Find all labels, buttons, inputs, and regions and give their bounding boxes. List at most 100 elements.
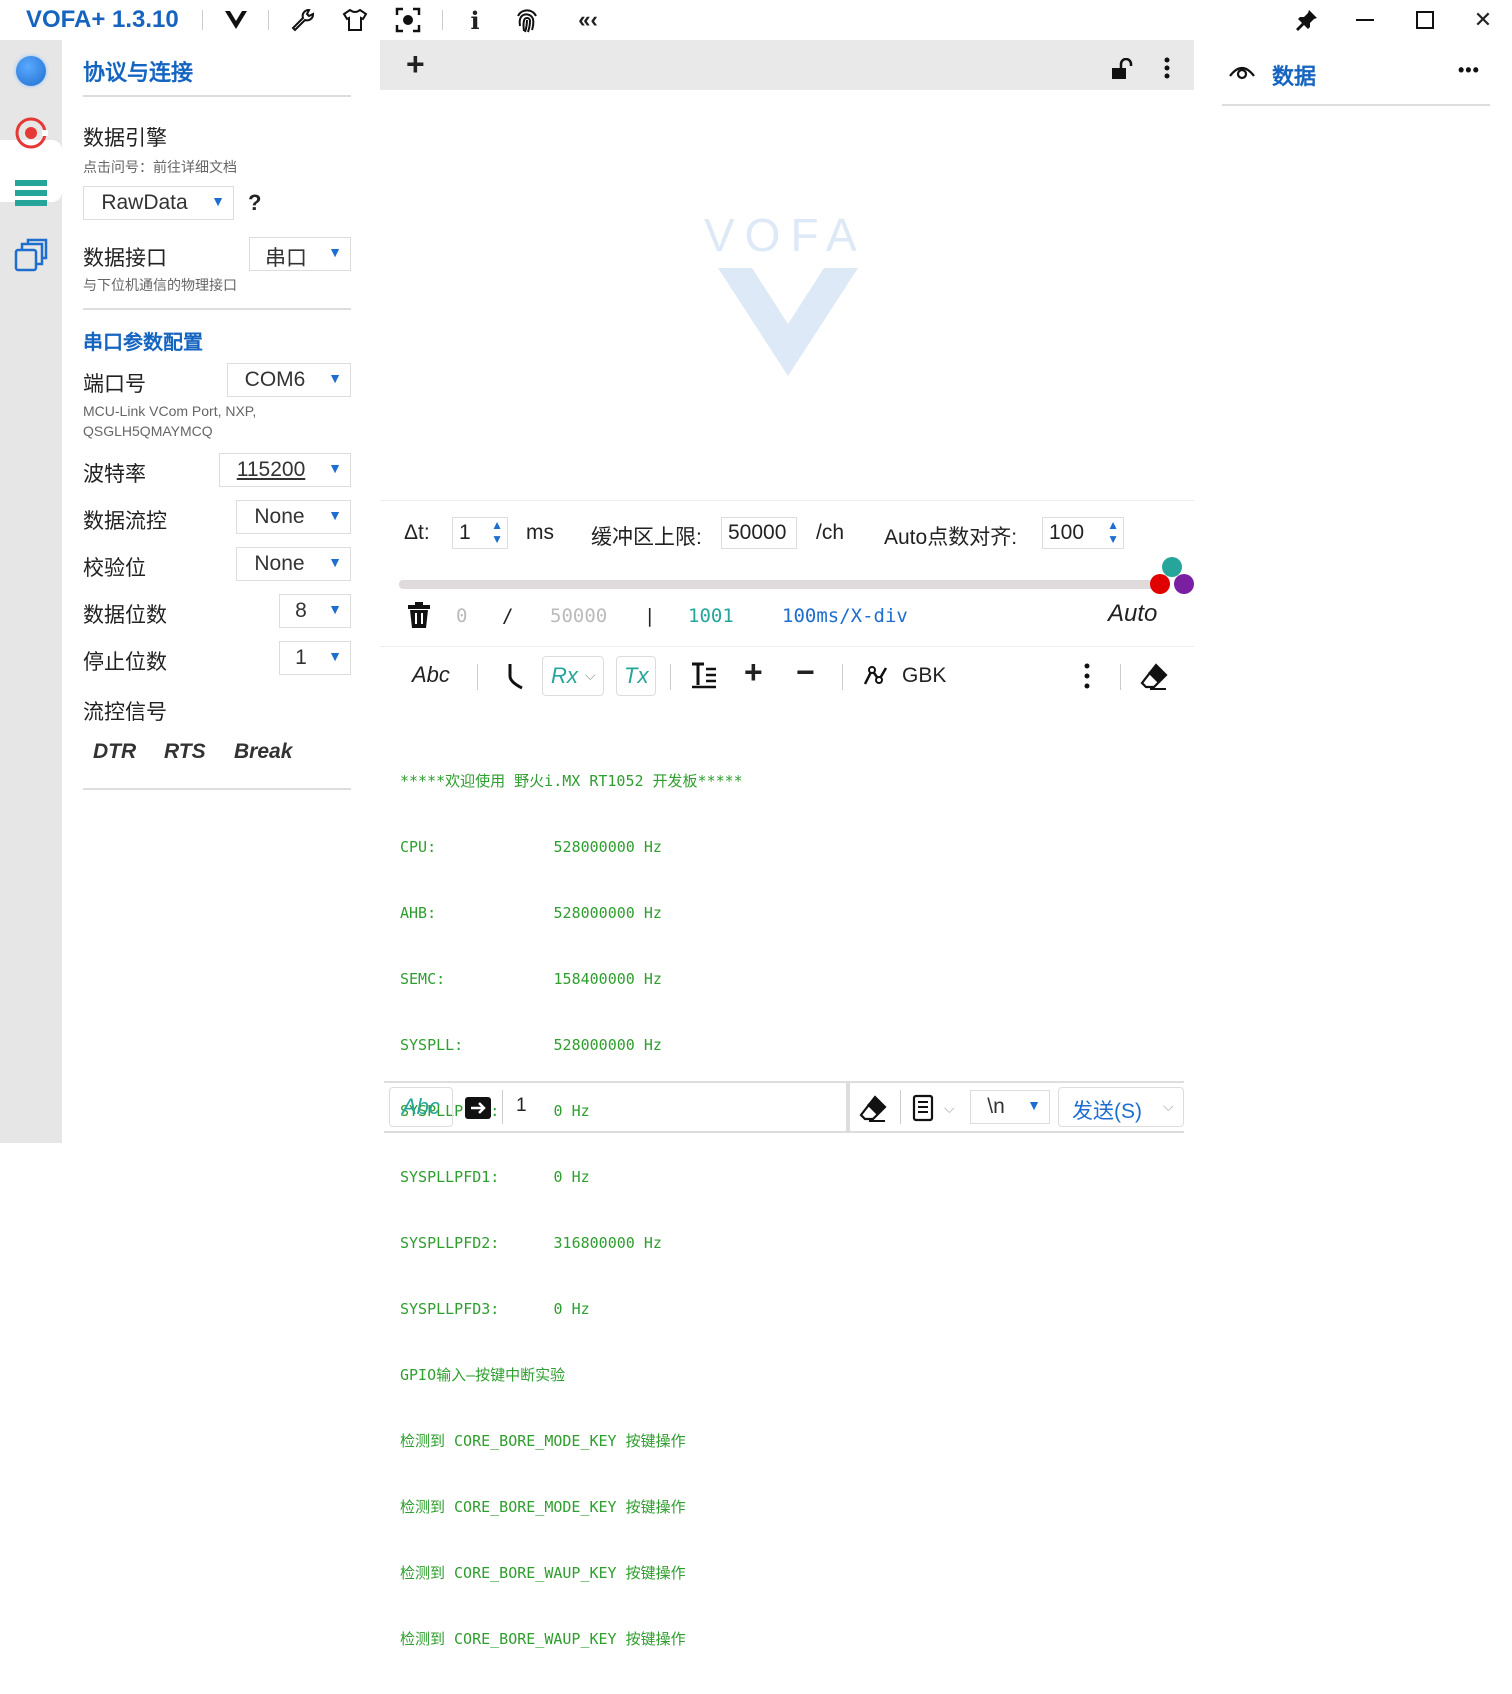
dt-value: 1 [459, 521, 471, 544]
divider [1222, 104, 1490, 106]
port-label: 端口号 [83, 373, 146, 396]
parity-select[interactable]: None ▼ [236, 547, 351, 581]
shirt-icon[interactable] [340, 6, 370, 34]
tx-label: Tx [624, 663, 649, 688]
more-vertical-icon[interactable] [1080, 662, 1094, 690]
send-abc-label: Abc [402, 1094, 440, 1119]
flow-signals-label: 流控信号 [83, 701, 167, 724]
baud-select[interactable]: 115200 ▼ [219, 453, 351, 487]
clear-send-icon[interactable] [859, 1094, 887, 1122]
port-select[interactable]: COM6 ▼ [227, 363, 351, 397]
port-hint-line2: QSGLH5QMAYMCQ [83, 423, 213, 439]
text-format-icon[interactable] [690, 661, 718, 689]
console-line: SYSPLLPFD3: 0 Hz [400, 1300, 590, 1318]
scroll-lock-icon[interactable] [506, 662, 526, 690]
chevron-down-icon: ▼ [328, 460, 342, 476]
help-button[interactable]: ? [248, 190, 261, 216]
rts-button[interactable]: RTS [164, 740, 206, 764]
fingerprint-icon[interactable] [512, 6, 542, 34]
chevron-down-icon: ⌵ [1163, 1098, 1174, 1114]
record-icon[interactable] [14, 116, 48, 150]
watermark-text: VOFA [704, 209, 867, 261]
parity-value: None [254, 552, 305, 575]
collapse-icon[interactable]: «‹ [572, 6, 604, 34]
stopbits-label: 停止位数 [83, 651, 167, 674]
unlock-icon[interactable] [1111, 57, 1133, 80]
zoom-in-button[interactable]: + [744, 654, 763, 691]
add-button[interactable]: + [406, 48, 425, 80]
interface-select[interactable]: 串口 ▼ [249, 237, 351, 271]
more-horizontal-icon[interactable]: ••• [1458, 60, 1480, 81]
engine-hint: 点击问号：前往详细文档 [83, 159, 237, 175]
toolbar-separator [842, 664, 843, 690]
spin-arrows-icon[interactable]: ▲ ▼ [491, 518, 503, 546]
divider [83, 95, 351, 97]
console-output[interactable]: *****欢迎使用 野火i.MX RT1052 开发板***** CPU: 52… [400, 726, 1180, 1694]
pin-icon[interactable] [1292, 6, 1322, 34]
splitter[interactable] [846, 1083, 850, 1133]
send-file-icon[interactable] [465, 1095, 491, 1119]
status-dot-icon[interactable] [16, 56, 46, 86]
auto-button[interactable]: Auto [1108, 600, 1157, 628]
dtr-button[interactable]: DTR [93, 740, 136, 764]
waveform-area[interactable]: VOFA [380, 90, 1194, 500]
auto-align-value: 100 [1049, 521, 1085, 544]
break-button[interactable]: Break [234, 740, 292, 764]
chevron-down-icon: ▼ [328, 370, 342, 386]
zoom-out-button[interactable]: − [796, 654, 815, 691]
send-input[interactable]: 1 [516, 1095, 527, 1117]
encoding-button[interactable]: GBK [902, 664, 946, 688]
flow-control-select[interactable]: None ▼ [236, 500, 351, 534]
purple-handle-icon[interactable] [1174, 574, 1194, 594]
eye-icon[interactable] [1228, 60, 1256, 84]
chevron-down-icon[interactable]: ⌵ [944, 1100, 955, 1117]
spin-arrows-icon[interactable]: ▲ ▼ [1107, 518, 1119, 546]
minimize-icon[interactable] [1350, 6, 1380, 34]
buffer-label: 缓冲区上限: [591, 526, 702, 549]
engine-label: 数据引擎 [83, 127, 167, 150]
maximize-icon[interactable] [1410, 6, 1440, 34]
toolbar-separator [900, 1090, 901, 1124]
auto-align-label: Auto点数对齐: [884, 526, 1018, 549]
dt-spinbox[interactable]: 1 ▲ ▼ [452, 517, 508, 549]
databits-select[interactable]: 8 ▼ [279, 594, 351, 628]
engine-value: RawData [101, 191, 188, 214]
eraser-icon[interactable] [1140, 662, 1168, 690]
text-mode-button[interactable]: Abc [412, 662, 450, 688]
info-icon[interactable]: i [462, 6, 488, 35]
timeline-slider[interactable] [399, 580, 1159, 589]
interface-value: 串口 [265, 247, 307, 270]
per-channel-label: /ch [816, 521, 845, 544]
flow-control-value: None [254, 505, 305, 528]
windows-icon[interactable] [14, 238, 48, 272]
send-text-mode-button[interactable]: Abc [389, 1087, 453, 1127]
title-bar: VOFA+ 1.3.10 i «‹ ✕ [0, 0, 1512, 40]
stopbits-select[interactable]: 1 ▼ [279, 641, 351, 675]
console-line: 检测到 CORE_BORE_WAUP_KEY 按键操作 [400, 1630, 686, 1648]
more-vertical-icon[interactable] [1160, 56, 1174, 82]
tx-toggle[interactable]: Tx [616, 656, 656, 696]
wrench-icon[interactable] [288, 6, 318, 34]
newline-value: \n [987, 1095, 1005, 1118]
send-button[interactable]: 发送(S) ⌵ [1058, 1087, 1184, 1127]
encoding-icon[interactable] [862, 664, 890, 688]
serial-config-title: 串口参数配置 [83, 332, 203, 354]
history-icon[interactable] [912, 1094, 936, 1122]
engine-select[interactable]: RawData ▼ [83, 186, 234, 220]
newline-select[interactable]: \n ▼ [970, 1090, 1050, 1124]
port-value: COM6 [244, 368, 306, 391]
workspace-toolbar: + [380, 40, 1194, 90]
red-handle-icon[interactable] [1150, 574, 1170, 594]
rx-toggle[interactable]: Rx ⌵ [542, 656, 604, 696]
vofa-logo-icon[interactable] [222, 6, 250, 34]
screenshot-icon[interactable] [393, 6, 423, 34]
buffer-value: 50000 [728, 521, 787, 544]
divider [380, 646, 1194, 647]
close-icon[interactable]: ✕ [1468, 6, 1498, 34]
chevron-down-icon: ▼ [328, 507, 342, 523]
buffer-input[interactable]: 50000 [721, 517, 797, 549]
auto-align-spinbox[interactable]: 100 ▲ ▼ [1042, 517, 1124, 549]
trash-icon[interactable] [408, 602, 430, 628]
list-icon[interactable] [14, 178, 48, 208]
toolbar-separator [670, 664, 671, 690]
